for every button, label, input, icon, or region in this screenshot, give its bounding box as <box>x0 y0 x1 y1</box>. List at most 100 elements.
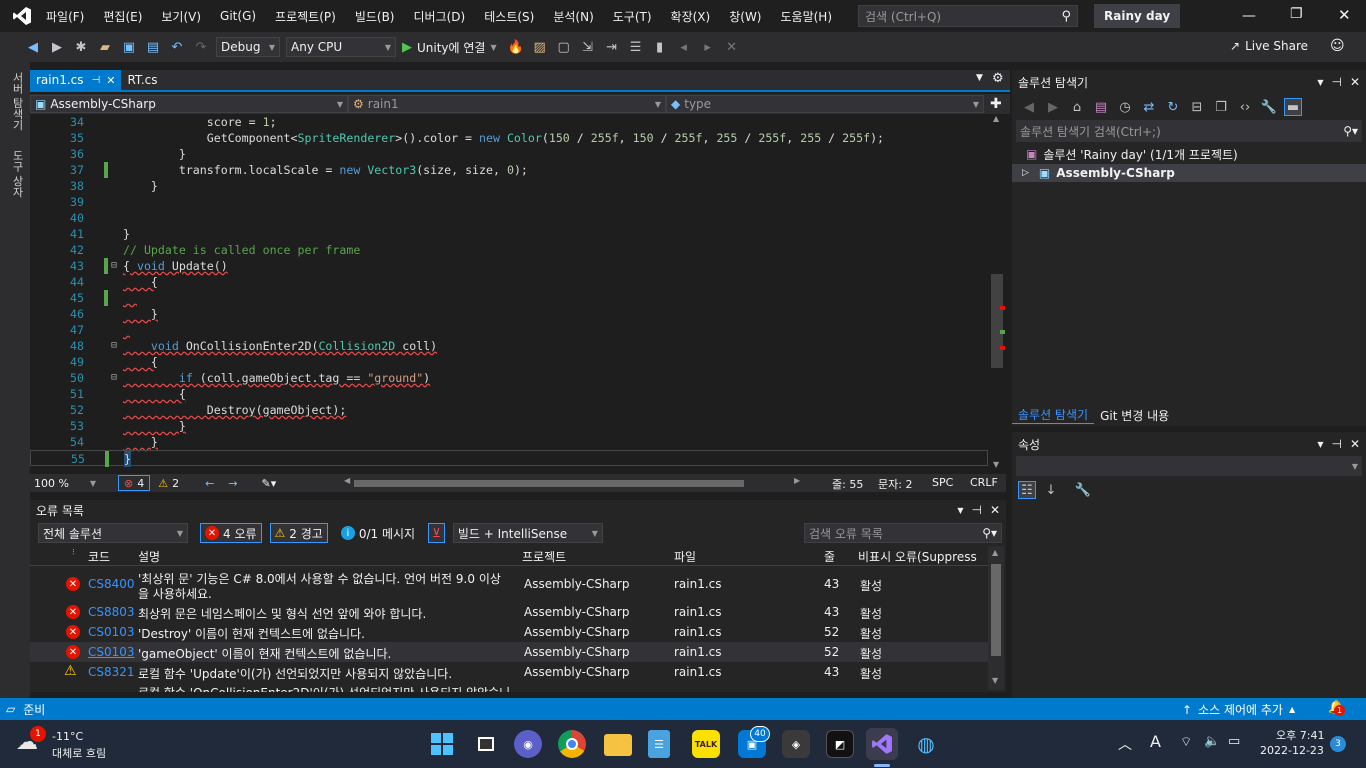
collapse-all-icon[interactable]: ⊟ <box>1188 98 1206 116</box>
column-line[interactable]: 줄 <box>824 548 835 565</box>
error-row[interactable]: ✕ CS0103 'Destroy' 이름이 현재 컨텍스트에 없습니다. As… <box>30 622 988 642</box>
filter-toggle-button[interactable]: ⊻ <box>428 523 445 543</box>
pending-changes-icon[interactable]: ◷ <box>1116 98 1134 116</box>
property-pages-icon[interactable]: 🔧 <box>1074 481 1092 499</box>
menu-extensions[interactable]: 확장(X) <box>671 8 711 25</box>
bookmark-clear-icon[interactable]: ✕ <box>723 38 741 56</box>
feedback-icon[interactable]: ☺ <box>1330 38 1345 54</box>
vs-logo-icon[interactable] <box>12 6 32 26</box>
tab-rain1[interactable]: rain1.cs ⊣ ✕ <box>30 70 122 90</box>
file-explorer-icon[interactable] <box>604 734 632 756</box>
collapse-icon[interactable]: ⊟ <box>111 370 117 386</box>
zoom-select[interactable]: 100 % ▼ <box>34 477 96 490</box>
collapse-icon[interactable]: ⊟ <box>111 258 117 274</box>
prev-issue-icon[interactable]: ← <box>205 477 214 490</box>
column-project[interactable]: 프로젝트 <box>522 548 566 565</box>
editor-vertical-scrollbar[interactable]: ▲ ▼ <box>988 114 1006 472</box>
back-icon[interactable]: ◀ <box>1020 98 1038 116</box>
platform-select[interactable]: Any CPU ▼ <box>286 37 396 57</box>
step-into-icon[interactable]: ⇲ <box>579 38 597 56</box>
chevron-down-icon[interactable]: ▼ <box>1317 78 1323 87</box>
scope-select[interactable]: 전체 솔루션 ▼ <box>38 523 188 543</box>
warning-row[interactable]: ⚠ CS8321 로컬 함수 'Update'이(가) 선언되었지만 사용되지 … <box>30 662 988 682</box>
browse-folder-icon[interactable]: ▨ <box>531 38 549 56</box>
chat-icon[interactable]: ◉ <box>514 730 542 758</box>
error-list-scrollbar[interactable]: ▲ ▼ <box>988 546 1004 690</box>
preview-icon[interactable]: ▬ <box>1284 98 1302 116</box>
expand-icon[interactable]: ▷ <box>1022 168 1029 178</box>
volume-icon[interactable]: 🔈 <box>1204 734 1220 749</box>
kakaotalk-icon[interactable]: TALK <box>692 730 720 758</box>
pin-icon[interactable]: ⊣ <box>92 75 101 86</box>
menu-view[interactable]: 보기(V) <box>161 8 201 25</box>
collapse-icon[interactable]: ⊟ <box>111 338 117 354</box>
view-code-icon[interactable]: ‹› <box>1236 98 1254 116</box>
error-code[interactable]: CS8321 <box>88 665 135 679</box>
clock-date[interactable]: 2022-12-23 <box>1260 744 1324 757</box>
chevron-down-icon[interactable]: ▼ <box>957 506 963 515</box>
menu-project[interactable]: 프로젝트(P) <box>275 8 336 25</box>
server-explorer-tab[interactable]: 서버 탐색기 <box>9 72 25 131</box>
capture-app-icon[interactable]: ◩ <box>826 730 854 758</box>
refresh-icon[interactable]: ↻ <box>1164 98 1182 116</box>
unity-icon[interactable]: ◈ <box>782 730 810 758</box>
scroll-left-icon[interactable]: ◀ <box>344 476 350 485</box>
tab-rt[interactable]: RT.cs <box>121 70 163 90</box>
visual-studio-icon[interactable] <box>866 728 898 760</box>
undo-icon[interactable]: ↶ <box>168 38 186 56</box>
project-nav-select[interactable]: ▣ Assembly-CSharp ▼ <box>30 95 348 113</box>
home-icon[interactable]: ⌂ <box>1068 98 1086 116</box>
error-search-input[interactable]: 검색 오류 목록 ⚲▾ <box>804 523 1002 543</box>
comment-icon[interactable]: ☰ <box>627 38 645 56</box>
scroll-thumb[interactable] <box>991 564 1001 656</box>
scroll-up-icon[interactable]: ▲ <box>992 548 998 557</box>
next-issue-icon[interactable]: → <box>228 477 237 490</box>
globe-app-icon[interactable]: ◍ <box>912 730 940 758</box>
properties-object-select[interactable]: ▼ <box>1016 456 1362 476</box>
pin-icon[interactable]: ⊣ <box>971 503 981 517</box>
alphabetical-icon[interactable]: ↓ <box>1042 481 1060 499</box>
error-code[interactable]: CS0103 <box>88 625 135 639</box>
close-icon[interactable]: ✕ <box>1350 437 1360 451</box>
chrome-icon[interactable] <box>558 730 586 758</box>
column-desc[interactable]: 설명 <box>138 548 160 565</box>
show-all-files-icon[interactable]: ❐ <box>1212 98 1230 116</box>
tab-overflow-icon[interactable]: ▼ <box>976 73 983 83</box>
redo-icon[interactable]: ↷ <box>192 38 210 56</box>
save-icon[interactable]: ▣ <box>120 38 138 56</box>
column-code[interactable]: 코드 <box>88 548 110 565</box>
chevron-down-icon[interactable]: ▼ <box>1317 440 1323 449</box>
global-search-input[interactable]: 검색 (Ctrl+Q) ⚲ <box>858 5 1078 27</box>
sort-icon[interactable]: ⁝ <box>72 548 75 558</box>
build-filter-select[interactable]: 빌드 + IntelliSense ▼ <box>452 523 603 543</box>
solution-search-input[interactable]: 솔루션 탐색기 검색(Ctrl+;) ⚲▾ <box>1016 120 1362 142</box>
step-over-icon[interactable]: ⇥ <box>603 38 621 56</box>
bookmark-icon[interactable]: ▮ <box>651 38 669 56</box>
bookmark-next-icon[interactable]: ▸ <box>699 38 717 56</box>
clock-time[interactable]: 오후 7:41 <box>1276 727 1324 743</box>
new-project-icon[interactable]: ✱ <box>72 38 90 56</box>
error-count-button[interactable]: ⊗ 4 <box>118 475 151 491</box>
tab-git-changes[interactable]: Git 변경 내용 <box>1094 407 1175 424</box>
tray-overflow-icon[interactable]: ︿ <box>1118 734 1132 754</box>
project-node[interactable]: ▷ ▣ Assembly-CSharp <box>1012 164 1366 182</box>
close-icon[interactable]: ✕ <box>990 503 1000 517</box>
errors-filter-button[interactable]: ✕ 4 오류 <box>200 523 262 543</box>
scroll-right-icon[interactable]: ▶ <box>794 476 800 485</box>
warnings-filter-button[interactable]: ⚠ 2 경고 <box>269 523 328 543</box>
scroll-up-icon[interactable]: ▲ <box>993 114 999 123</box>
pin-icon[interactable]: ⊣ <box>1331 437 1341 451</box>
scroll-down-icon[interactable]: ▼ <box>993 460 999 469</box>
ime-indicator[interactable]: A <box>1150 732 1161 751</box>
minimize-icon[interactable]: — <box>1242 8 1256 24</box>
menu-build[interactable]: 빌드(B) <box>355 8 395 25</box>
code-editor[interactable]: 34 score = 1; 35 GetComponent<SpriteRend… <box>30 114 988 472</box>
notification-center-badge[interactable]: 3 <box>1330 736 1346 752</box>
code-cleanup-icon[interactable]: ✎▾ <box>262 477 277 490</box>
close-icon[interactable]: ✕ <box>1350 75 1360 89</box>
error-code[interactable]: CS8400 <box>88 577 135 591</box>
error-code[interactable]: CS8803 <box>88 605 135 619</box>
tab-solution-explorer[interactable]: 솔루션 탐색기 <box>1012 406 1095 424</box>
open-folder-icon[interactable]: ▰ <box>96 38 114 56</box>
menu-edit[interactable]: 편집(E) <box>103 8 142 25</box>
